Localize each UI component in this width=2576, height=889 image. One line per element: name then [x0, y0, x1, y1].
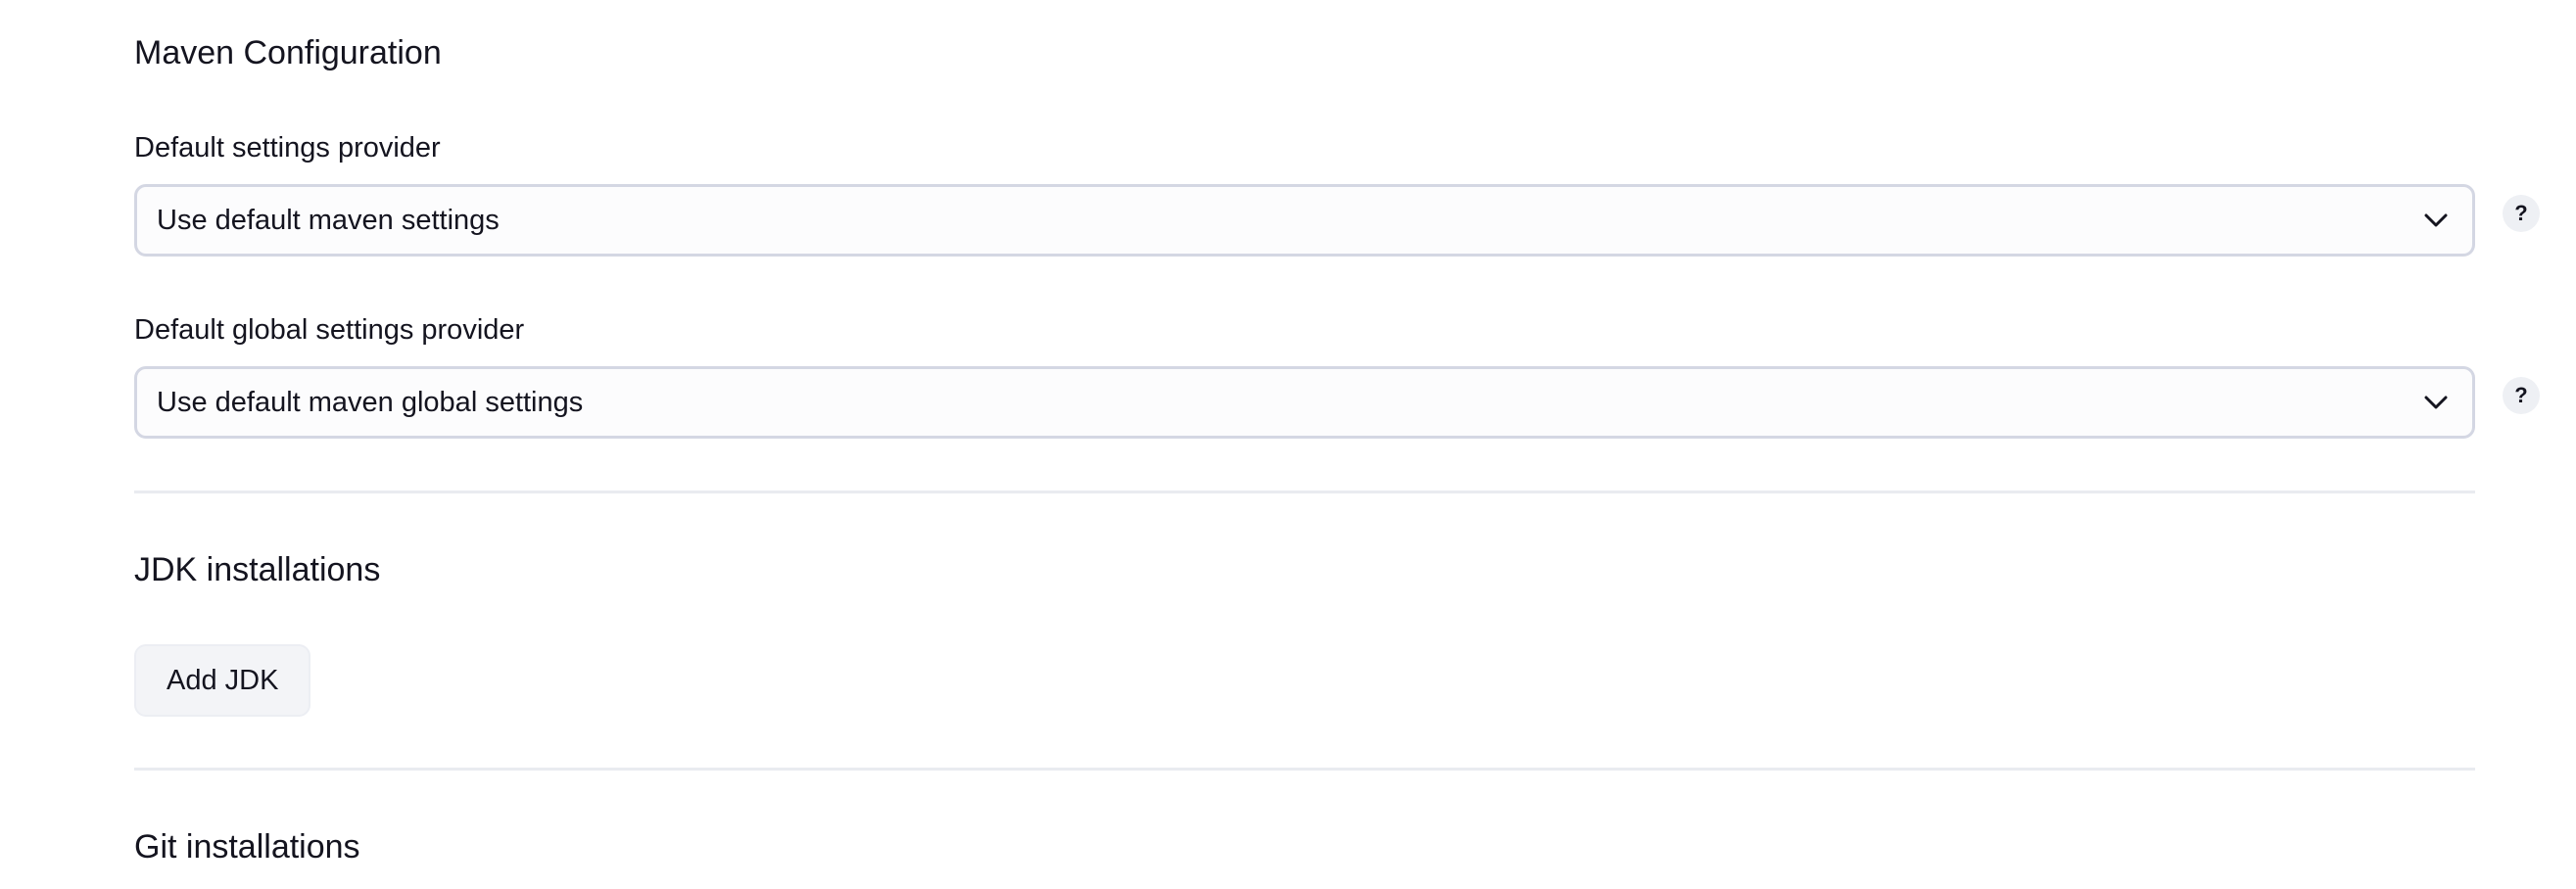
default-global-settings-provider-select[interactable]: Use default maven global settings [134, 366, 2475, 439]
default-settings-provider-select[interactable]: Use default maven settings [134, 184, 2475, 257]
chevron-down-icon [2423, 208, 2449, 233]
git-section-title: Git installations [134, 828, 360, 866]
default-settings-provider-label: Default settings provider [134, 132, 441, 164]
default-settings-provider-value: Use default maven settings [157, 204, 500, 236]
jdk-section-title: JDK installations [134, 551, 381, 588]
maven-section-title: Maven Configuration [134, 34, 442, 71]
section-divider [134, 768, 2475, 771]
add-jdk-button[interactable]: Add JDK [134, 644, 311, 717]
section-divider [134, 491, 2475, 493]
default-global-settings-provider-label: Default global settings provider [134, 314, 525, 346]
help-icon-global-settings-provider[interactable]: ? [2503, 377, 2540, 414]
help-icon-settings-provider[interactable]: ? [2503, 195, 2540, 232]
default-global-settings-provider-value: Use default maven global settings [157, 386, 584, 418]
chevron-down-icon [2423, 390, 2449, 415]
